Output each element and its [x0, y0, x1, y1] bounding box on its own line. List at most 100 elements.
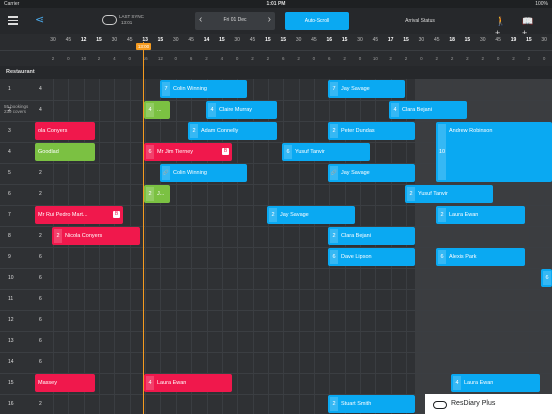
booking-block[interactable]: Goodlad: [35, 143, 95, 161]
booking-block[interactable]: 🔗 Colin Winning: [160, 164, 247, 182]
table-number: 10: [8, 275, 14, 281]
booking-block[interactable]: 7 Jay Savage: [328, 80, 405, 98]
time-tick: 15: [526, 37, 532, 43]
toolbar: ⋖ LAST SYNC 13:01 ‹ Fri 01 Dec › Auto-Sc…: [0, 8, 552, 38]
booking-block[interactable]: 4 Laura Ewan: [451, 374, 540, 392]
table-capacity: 6: [39, 296, 42, 302]
booking-block[interactable]: 🔗 Jay Savage: [328, 164, 415, 182]
booking-block[interactable]: Mr Rui Pedro Mart... B: [35, 206, 123, 224]
booking-block[interactable]: Massey: [35, 374, 95, 392]
booking-guest-name: Dave Lipson: [341, 254, 372, 260]
covers-count-cell: 4: [113, 56, 116, 61]
booking-block[interactable]: 6 Dave Lipson: [328, 248, 415, 266]
table-capacity: 4: [39, 107, 42, 113]
time-tick: 15: [464, 37, 471, 43]
time-tick: 45: [126, 37, 133, 43]
time-tick: 45: [188, 37, 194, 43]
booking-block[interactable]: 4...: [144, 101, 170, 119]
table-row[interactable]: 11 6: [0, 289, 552, 311]
resdiary-logo-icon: [433, 401, 447, 409]
table-capacity: 6: [39, 254, 42, 260]
walk-in-icon[interactable]: 🚶+: [495, 15, 509, 38]
booking-covers: 2: [330, 229, 338, 243]
current-date[interactable]: Fri 01 Dec: [195, 17, 275, 23]
new-booking-icon[interactable]: 📖+: [522, 15, 536, 38]
booking-block[interactable]: 4 Clara Bejani: [389, 101, 467, 119]
booking-guest-name: Clara Bejani: [341, 233, 371, 239]
booking-guest-name: ...: [157, 107, 162, 113]
sync-status[interactable]: LAST SYNC 13:01: [102, 13, 162, 29]
timeline-header: 30 45 12 15 30 45 13 15 30 45 14 15 30 45 15 15 30 45 16 15…: [0, 34, 552, 50]
booking-guest-name: Laura Ewan: [157, 380, 187, 386]
booking-guest-name: Mr Jim Tierney: [157, 149, 194, 155]
auto-scroll-button[interactable]: Auto-Scroll: [285, 12, 349, 30]
time-tick: 30: [418, 37, 425, 43]
booking-covers: 6: [284, 145, 292, 159]
booking-guest-name: Colin Winning: [173, 86, 207, 92]
booking-block[interactable]: 10 Andrew Robinson: [436, 122, 552, 182]
table-number: 15: [8, 380, 14, 386]
table-capacity: 2: [39, 191, 42, 197]
booking-guest-name: Nicola Conyers: [65, 233, 103, 239]
booking-guest-name: Alexis Park: [449, 254, 477, 260]
table-row[interactable]: 12 6: [0, 310, 552, 332]
time-tick: 45: [433, 37, 440, 43]
booking-guest-name: Laura Ewan: [464, 380, 494, 386]
table-row[interactable]: 13 6: [0, 331, 552, 353]
chevron-right-icon[interactable]: ›: [268, 14, 271, 25]
booking-block[interactable]: 4 Claire Murray: [206, 101, 277, 119]
booking-block[interactable]: 2 Laura Ewan: [436, 206, 525, 224]
time-tick: 30: [173, 37, 179, 43]
booking-block[interactable]: 7 Colin Winning: [160, 80, 247, 98]
time-tick: 15: [403, 37, 409, 43]
booking-guest-name: Clara Bejani: [402, 107, 432, 113]
booking-block[interactable]: 2 Jay Savage: [267, 206, 355, 224]
date-navigator: ‹ Fri 01 Dec ›: [195, 12, 275, 30]
booking-block[interactable]: 2 Clara Bejani: [328, 227, 415, 245]
table-row[interactable]: 14: [0, 79, 552, 101]
booking-block[interactable]: 2 J...: [144, 185, 170, 203]
booking-block[interactable]: 2 Yusuf Tanvir: [405, 185, 493, 203]
covers-count-row: 55 bookings 239 covers 2 0 10 2 4 0 16 12 0 6 2 4 0 2…: [0, 50, 552, 114]
booking-guest-name: Colin Winning: [173, 170, 207, 176]
time-tick: 15: [341, 37, 348, 43]
booking-guest-name: Mr Rui Pedro Mart...: [38, 212, 88, 218]
table-number: 2: [8, 107, 11, 113]
booking-block[interactable]: 6 Mr Jim Tierney B: [144, 143, 232, 161]
booking-block[interactable]: 2 Stuart Smith: [328, 395, 415, 413]
table-row[interactable]: 10 6: [0, 268, 552, 290]
table-number: 5: [8, 170, 11, 176]
booking-covers: 4: [453, 376, 461, 390]
table-capacity: 2: [39, 401, 42, 407]
booking-guest-name: Stuart Smith: [341, 401, 372, 407]
booking-covers: 2: [269, 208, 277, 222]
covers-count-cell: 2: [343, 56, 346, 61]
table-row[interactable]: 14 6: [0, 352, 552, 374]
booking-block[interactable]: 6: [541, 269, 552, 287]
booking-block[interactable]: ola Conyers: [35, 122, 95, 140]
menu-icon[interactable]: [8, 16, 18, 25]
covers-count-cell: 0: [235, 56, 239, 61]
booking-covers: 4: [146, 103, 154, 117]
time-tick: 30: [357, 37, 363, 43]
table-capacity: 4: [39, 86, 42, 92]
booking-block[interactable]: 2 Peter Dundas: [328, 122, 415, 140]
area-header: Restaurant: [0, 66, 552, 79]
share-icon[interactable]: ⋖: [35, 14, 47, 26]
booking-guest-name: J...: [157, 191, 165, 197]
booking-block[interactable]: 2 Adam Connelly: [188, 122, 277, 140]
booking-block[interactable]: 4 Laura Ewan: [144, 374, 232, 392]
booking-block[interactable]: 6 Alexis Park: [436, 248, 525, 266]
booking-guest-name: Yusuf Tanvir: [295, 149, 325, 155]
current-time-line: [143, 42, 144, 414]
table-number: 13: [8, 338, 14, 344]
table-number: 11: [8, 296, 14, 302]
booking-covers: 2: [330, 124, 338, 138]
table-number: 14: [8, 359, 14, 365]
covers-count-cell: 2: [404, 56, 408, 61]
arrival-status-button[interactable]: Arrival Status: [384, 12, 456, 30]
booking-block[interactable]: 2 Nicola Conyers: [52, 227, 140, 245]
link-icon: 🔗: [162, 166, 170, 180]
booking-guest-name: Peter Dundas: [341, 128, 375, 134]
booking-block[interactable]: 6 Yusuf Tanvir: [282, 143, 370, 161]
